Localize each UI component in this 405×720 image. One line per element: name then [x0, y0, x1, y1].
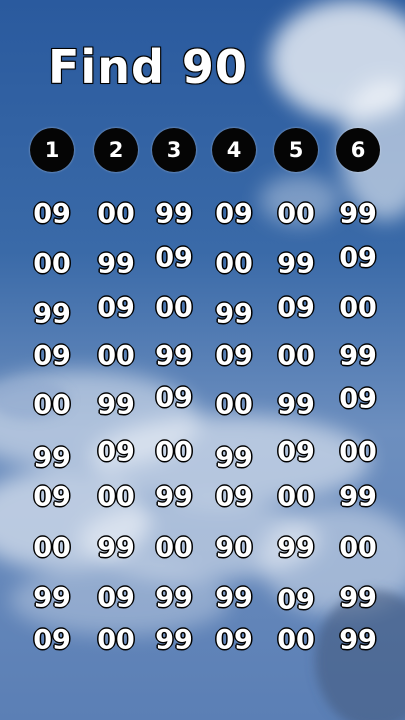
grid-cell[interactable]: 09: [338, 244, 377, 273]
grid-cell[interactable]: 00: [154, 294, 193, 323]
grid-cell[interactable]: 09: [32, 342, 71, 371]
grid-cell[interactable]: 00: [96, 626, 135, 655]
grid-cell[interactable]: 99: [276, 391, 315, 420]
grid-cell[interactable]: 99: [338, 584, 377, 613]
grid-cell[interactable]: 09: [214, 342, 253, 371]
grid-cell[interactable]: 99: [214, 444, 253, 473]
grid-cell[interactable]: 09: [154, 384, 193, 413]
grid-cell[interactable]: 99: [154, 483, 193, 512]
grid-cell[interactable]: 09: [96, 584, 135, 613]
grid-cell[interactable]: 09: [214, 626, 253, 655]
grid-cell[interactable]: 00: [154, 438, 193, 467]
grid-cell[interactable]: 00: [96, 483, 135, 512]
grid-cell[interactable]: 99: [154, 200, 193, 229]
grid-cell[interactable]: 09: [214, 200, 253, 229]
grid-cell[interactable]: 00: [338, 534, 377, 563]
grid-cell[interactable]: 99: [338, 626, 377, 655]
grid-cell[interactable]: 99: [338, 483, 377, 512]
grid-cell[interactable]: 99: [154, 342, 193, 371]
grid-cell[interactable]: 09: [276, 586, 315, 615]
grid-cell[interactable]: 00: [214, 391, 253, 420]
grid-cell[interactable]: 09: [338, 385, 377, 414]
grid-cell[interactable]: 99: [96, 534, 135, 563]
grid-cell[interactable]: 90: [214, 534, 253, 563]
grid-cell[interactable]: 99: [276, 250, 315, 279]
grid-cell[interactable]: 99: [32, 300, 71, 329]
grid-cell[interactable]: 00: [338, 294, 377, 323]
grid-cell[interactable]: 09: [276, 438, 315, 467]
number-grid: 09 00 99 09 00 99 00 99 09 00 99 09 99 09 00 99 09 00 09 00…: [0, 0, 405, 720]
grid-cell[interactable]: 99: [96, 391, 135, 420]
grid-cell[interactable]: 99: [96, 250, 135, 279]
grid-cell[interactable]: 99: [214, 584, 253, 613]
grid-cell[interactable]: 00: [32, 534, 71, 563]
grid-cell[interactable]: 09: [96, 294, 135, 323]
grid-cell[interactable]: 99: [338, 200, 377, 229]
grid-cell[interactable]: 00: [96, 342, 135, 371]
grid-cell[interactable]: 00: [276, 626, 315, 655]
grid-cell[interactable]: 99: [32, 444, 71, 473]
grid-cell[interactable]: 00: [32, 250, 71, 279]
grid-cell[interactable]: 99: [32, 584, 71, 613]
grid-cell[interactable]: 00: [276, 342, 315, 371]
grid-cell[interactable]: 99: [214, 300, 253, 329]
grid-cell[interactable]: 09: [32, 626, 71, 655]
grid-cell[interactable]: 09: [214, 483, 253, 512]
grid-cell[interactable]: 00: [154, 534, 193, 563]
grid-cell[interactable]: 09: [276, 294, 315, 323]
grid-cell[interactable]: 99: [154, 626, 193, 655]
grid-cell[interactable]: 09: [96, 438, 135, 467]
grid-cell[interactable]: 00: [276, 483, 315, 512]
grid-cell[interactable]: 09: [32, 483, 71, 512]
grid-cell[interactable]: 99: [276, 534, 315, 563]
grid-cell[interactable]: 00: [32, 391, 71, 420]
grid-cell[interactable]: 00: [276, 200, 315, 229]
grid-cell[interactable]: 00: [214, 250, 253, 279]
grid-cell[interactable]: 09: [154, 244, 193, 273]
grid-cell[interactable]: 99: [338, 342, 377, 371]
grid-cell[interactable]: 00: [338, 438, 377, 467]
grid-cell[interactable]: 99: [154, 584, 193, 613]
grid-cell[interactable]: 00: [96, 200, 135, 229]
grid-cell[interactable]: 09: [32, 200, 71, 229]
